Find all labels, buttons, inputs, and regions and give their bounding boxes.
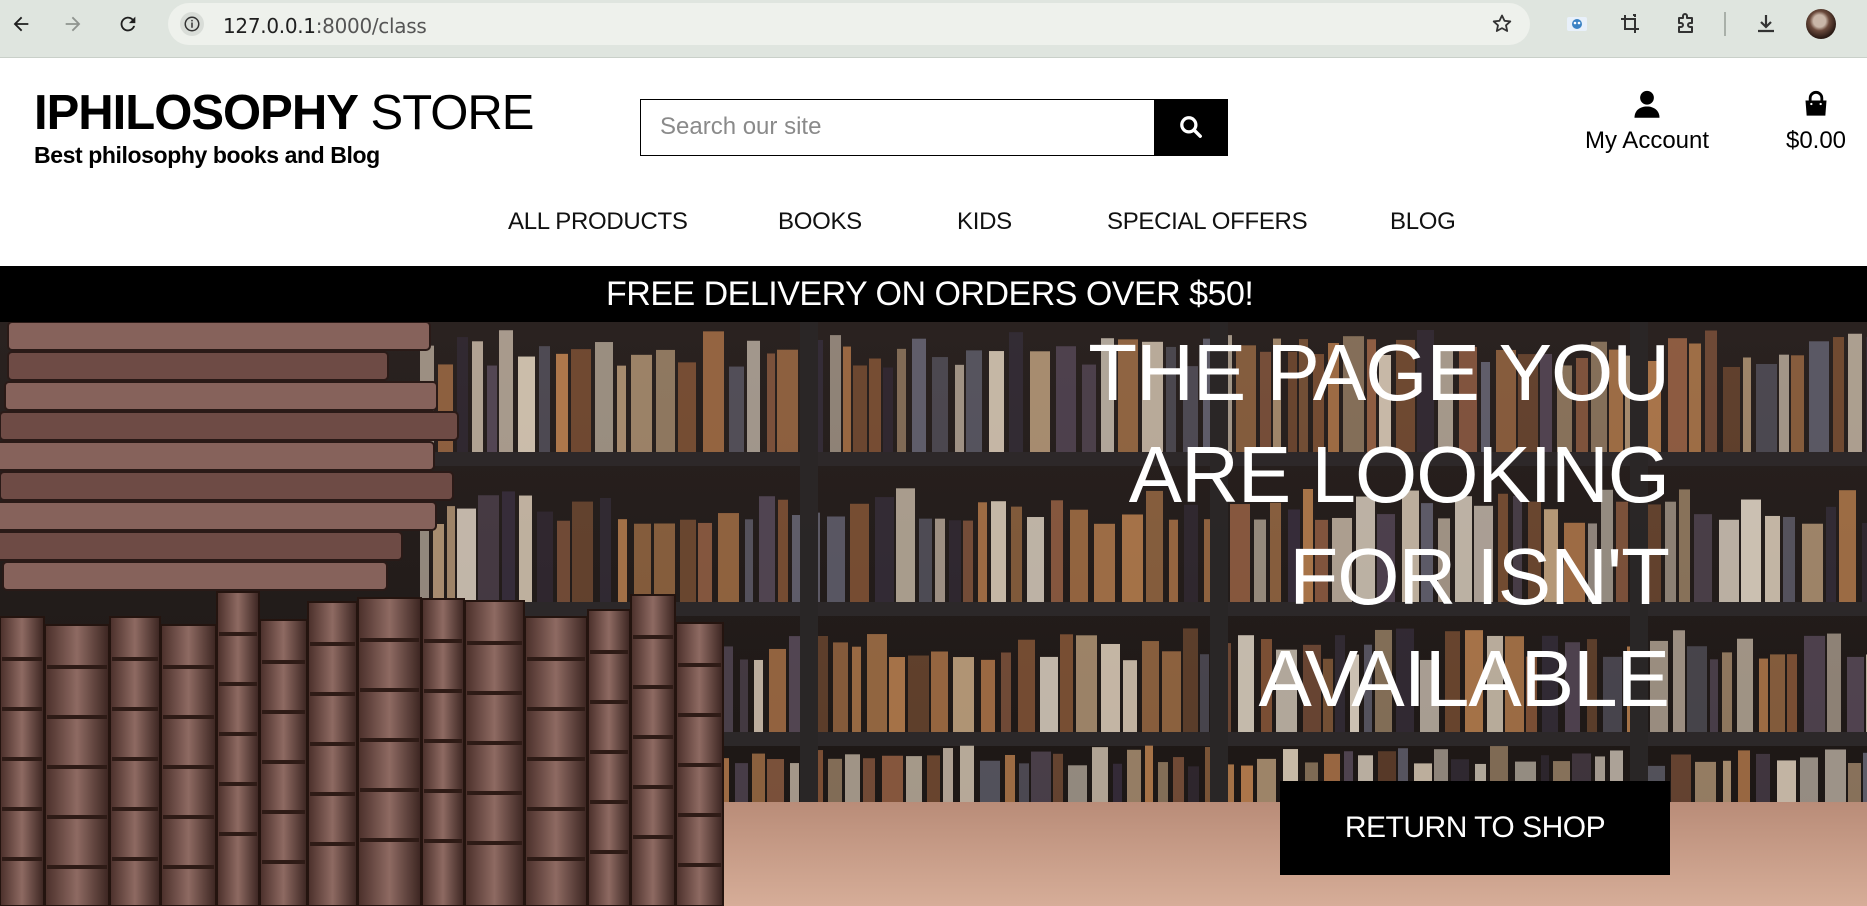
shopping-bag-icon [1805, 90, 1827, 116]
arrow-left-icon [13, 16, 29, 32]
search-form [640, 98, 1228, 156]
nav-blog[interactable]: BLOG [1390, 208, 1456, 236]
nav-special-offers[interactable]: SPECIAL OFFERS [1107, 208, 1308, 236]
main-nav: ALL PRODUCTS BOOKS KIDS SPECIAL OFFERS B… [0, 208, 1867, 258]
reload-button[interactable] [113, 9, 143, 39]
hero-section: THE PAGE YOU ARE LOOKING FOR ISN'T AVAIL… [0, 322, 1867, 906]
search-icon [1180, 116, 1202, 138]
url-host: 127.0.0.1 [223, 14, 316, 38]
reload-icon [120, 16, 136, 32]
site-header: IPHILOSOPHY STORE Best philosophy books … [0, 58, 1867, 266]
brand-name-light: STORE [370, 86, 535, 140]
brand-logo[interactable]: IPHILOSOPHY STORE Best philosophy books … [34, 86, 535, 169]
delivery-banner: FREE DELIVERY ON ORDERS OVER $50! [0, 266, 1867, 322]
url-text[interactable]: 127.0.0.1:8000/class [223, 14, 427, 38]
search-button[interactable] [1154, 98, 1228, 156]
nav-books[interactable]: BOOKS [778, 208, 862, 236]
download-icon[interactable] [1752, 10, 1780, 38]
address-bar[interactable]: 127.0.0.1:8000/class [168, 3, 1530, 45]
error-heading-line: ARE LOOKING [1128, 430, 1670, 519]
error-heading-line: AVAILABLE [1258, 634, 1671, 723]
delivery-banner-text: FREE DELIVERY ON ORDERS OVER $50! [606, 275, 1254, 313]
shopping-bag-link[interactable]: $0.00 [1766, 88, 1866, 155]
screenshot-icon[interactable] [1616, 10, 1644, 38]
my-account-link[interactable]: My Account [1577, 88, 1717, 155]
extensions-puzzle-icon[interactable] [1672, 10, 1700, 38]
site-info-icon[interactable] [180, 12, 204, 36]
user-icon [1634, 90, 1660, 118]
brand-title: IPHILOSOPHY STORE [34, 86, 535, 140]
return-to-shop-button[interactable]: RETURN TO SHOP [1280, 781, 1670, 875]
forward-button[interactable] [58, 9, 88, 39]
back-button[interactable] [6, 9, 36, 39]
bookmark-star-icon[interactable] [1490, 12, 1514, 36]
url-path: :8000/class [315, 14, 427, 38]
search-input[interactable] [641, 100, 1154, 154]
bag-total: $0.00 [1785, 127, 1847, 154]
error-heading-line: THE PAGE YOU [1088, 328, 1670, 417]
my-account-label: My Account [1584, 127, 1710, 154]
brand-name-bold: IPHILOSOPHY [34, 86, 359, 140]
extension-icon[interactable] [1563, 10, 1591, 38]
brand-tagline: Best philosophy books and Blog [34, 142, 380, 168]
toolbar-divider [1724, 12, 1726, 36]
error-heading-line: FOR ISN'T [1289, 532, 1670, 621]
browser-toolbar: 127.0.0.1:8000/class [0, 0, 1867, 58]
arrow-right-icon [65, 16, 81, 32]
error-heading: THE PAGE YOU ARE LOOKING FOR ISN'T AVAIL… [909, 322, 1671, 730]
nav-all-products[interactable]: ALL PRODUCTS [508, 208, 688, 236]
profile-avatar[interactable] [1806, 9, 1836, 39]
nav-kids[interactable]: KIDS [957, 208, 1012, 236]
